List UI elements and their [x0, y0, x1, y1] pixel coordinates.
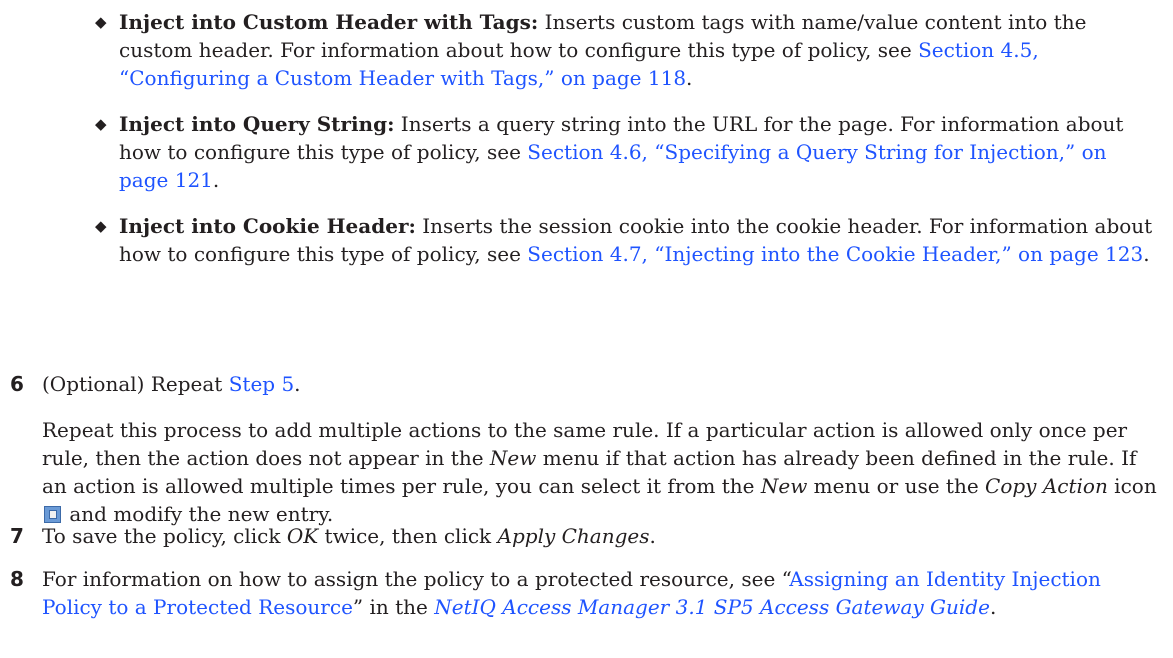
step-tail: .: [649, 524, 656, 548]
diamond-bullet-icon: ◆: [95, 13, 107, 31]
apply-changes-term: Apply Changes: [497, 524, 650, 548]
step-number: 7: [10, 524, 24, 548]
step-lead: To save the policy, click: [42, 524, 287, 548]
step-7: 7 To save the policy, click OK twice, th…: [0, 522, 1160, 550]
step-tail: .: [989, 595, 997, 619]
step-6: 6 (Optional) Repeat Step 5. Repeat this …: [0, 370, 1160, 528]
step-tail: .: [294, 372, 301, 396]
ok-term: OK: [286, 524, 319, 548]
para-part: icon: [1107, 474, 1157, 498]
step-8: 8 For information on how to assign the p…: [0, 565, 1160, 621]
diamond-bullet-icon: ◆: [95, 217, 107, 235]
step-number: 6: [10, 372, 24, 396]
item-title: Inject into Query String:: [119, 112, 395, 136]
step-paragraph: Repeat this process to add multiple acti…: [42, 416, 1160, 528]
copy-action-term: Copy Action: [985, 474, 1108, 498]
gateway-guide-link[interactable]: NetIQ Access Manager 3.1 SP5 Access Gate…: [434, 595, 990, 619]
new-menu-term: New: [489, 446, 537, 470]
step-lead: For information on how to assign the pol…: [42, 567, 790, 591]
copy-action-icon: [44, 506, 61, 523]
step-lead: (Optional) Repeat: [42, 372, 229, 396]
item-title: Inject into Custom Header with Tags:: [119, 10, 539, 34]
new-menu-term: New: [760, 474, 808, 498]
para-part: menu or use the: [807, 474, 986, 498]
step-mid: twice, then click: [318, 524, 498, 548]
step-text: For information on how to assign the pol…: [42, 565, 1160, 621]
step-text: To save the policy, click OK twice, then…: [42, 522, 1160, 550]
item-tail: .: [212, 168, 220, 192]
step-mid: ” in the: [352, 595, 435, 619]
step-number: 8: [10, 567, 24, 591]
item-tail: .: [1143, 242, 1150, 266]
step-text: (Optional) Repeat Step 5.: [42, 370, 1160, 398]
section-4-7-link[interactable]: Section 4.7, “Injecting into the Cookie …: [527, 242, 1143, 266]
document-page: ◆ Inject into Custom Header with Tags: I…: [0, 0, 1173, 658]
list-item: ◆ Inject into Query String: Inserts a qu…: [95, 110, 1155, 194]
list-item: ◆ Inject into Cookie Header: Inserts the…: [95, 212, 1155, 268]
diamond-bullet-icon: ◆: [95, 115, 107, 133]
item-title: Inject into Cookie Header:: [119, 214, 416, 238]
item-tail: .: [686, 66, 693, 90]
step-5-link[interactable]: Step 5: [229, 372, 294, 396]
action-type-list: ◆ Inject into Custom Header with Tags: I…: [95, 8, 1155, 286]
list-item: ◆ Inject into Custom Header with Tags: I…: [95, 8, 1155, 92]
